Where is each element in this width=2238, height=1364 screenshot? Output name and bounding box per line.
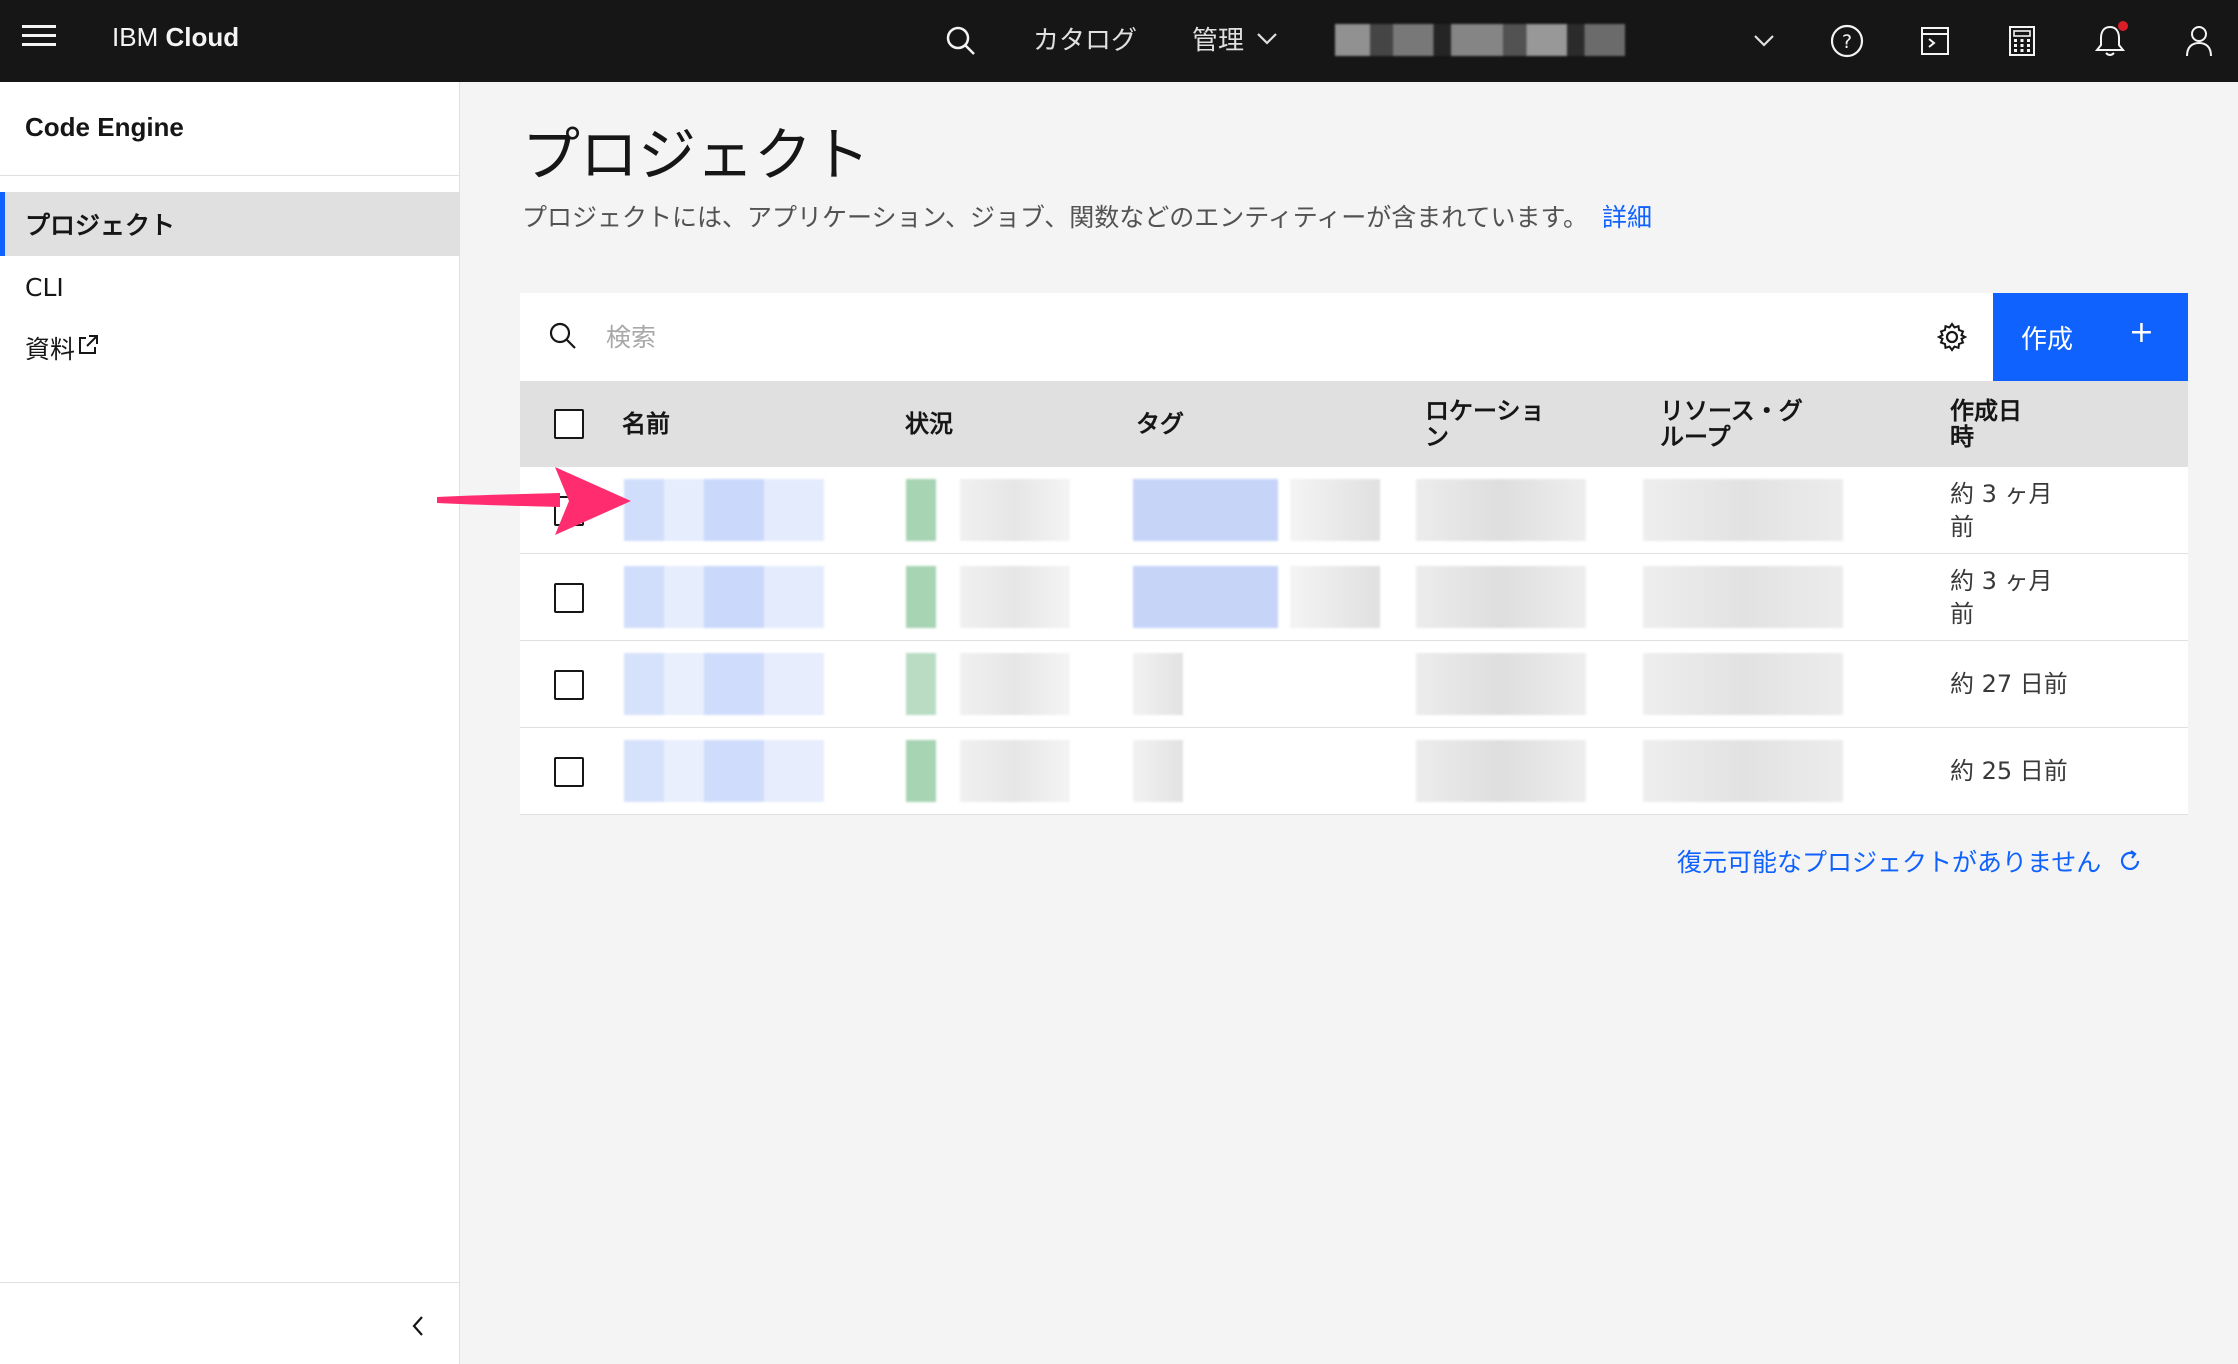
sidebar-item-cli[interactable]: CLI [0,255,460,319]
create-button-label: 作成 [2021,324,2074,355]
nav-catalog[interactable]: カタログ [1033,20,1137,57]
status-text [960,479,1070,541]
resource-group-text [1643,566,1843,628]
cloud-shell-icon[interactable] [1911,17,1959,65]
row-checkbox[interactable] [554,757,584,787]
created-date: 約 3 ヶ月 前 [1950,480,2053,541]
brand-logo[interactable]: IBM Cloud [112,22,239,53]
nav-manage[interactable]: 管理 [1192,20,1278,57]
create-button[interactable]: 作成 + [1993,293,2188,381]
project-name-link[interactable] [624,566,824,628]
search-icon[interactable] [937,17,985,65]
status-indicator [906,653,936,715]
brand-suffix: Cloud [165,22,240,52]
project-name-link[interactable] [624,740,824,802]
details-link[interactable]: 詳細 [1602,203,1652,232]
sidebar-item-label: CLI [25,272,64,302]
resource-group-text [1643,479,1843,541]
table-row[interactable]: 約 3 ヶ月 前 [520,467,2188,554]
help-icon[interactable]: ? [1823,17,1871,65]
status-indicator [906,566,936,628]
project-name-link[interactable] [624,653,824,715]
tag [1133,566,1278,628]
notification-icon[interactable] [2086,17,2134,65]
cost-estimator-icon[interactable] [1998,17,2046,65]
divider [0,175,460,176]
side-nav-title: Code Engine [25,112,184,142]
column-header-label: 作成日 時 [1950,396,2022,451]
status-text [960,653,1070,715]
nav-manage-label: 管理 [1192,26,1245,56]
account-switcher[interactable] [1335,24,1625,56]
account-chevron-down-icon[interactable] [1740,17,1788,65]
notification-badge [2118,21,2128,31]
svg-text:?: ? [1842,31,1852,53]
search-icon [549,322,576,349]
sidebar-item-label: プロジェクト [25,211,176,240]
status-indicator [906,479,936,541]
column-header-tags[interactable]: タグ [1136,381,1184,467]
page-title: プロジェクト [522,121,871,189]
status-indicator [906,740,936,802]
annotation-arrow-icon [437,467,631,535]
table-row[interactable]: 約 3 ヶ月 前 [520,554,2188,641]
location-text [1416,740,1586,802]
row-checkbox[interactable] [554,670,584,700]
resource-group-text [1643,740,1843,802]
created-date: 約 27 日前 [1950,670,2068,699]
tag [1133,653,1183,715]
tag [1133,740,1183,802]
chevron-down-icon [1257,32,1277,45]
column-header-location[interactable]: ロケーショ ン [1425,381,1545,467]
column-header-status[interactable]: 状況 [905,381,953,467]
column-header-label: リソース・グ ループ [1660,396,1803,451]
status-text [960,740,1070,802]
description-text: プロジェクトには、アプリケーション、ジョブ、関数などのエンティティーが含まれてい… [522,203,1589,232]
divider [0,1282,460,1283]
restore-projects-link[interactable]: 復元可能なプロジェクトがありません [1677,843,2143,879]
side-nav: Code Engine プロジェクト CLI 資料 [0,82,460,1364]
tag [1133,479,1278,541]
projects-table: 名前 状況 タグ ロケーショ ン リソース・グ ループ 作成日 時 約 3 ヶ月… [520,381,2188,815]
row-checkbox[interactable] [554,583,584,613]
column-header-label: 状況 [905,409,953,438]
sidebar-item-projects[interactable]: プロジェクト [0,192,460,256]
select-all-checkbox[interactable] [554,409,584,439]
search-input[interactable] [606,313,1606,361]
page-description: プロジェクトには、アプリケーション、ジョブ、関数などのエンティティーが含まれてい… [522,198,1652,234]
resource-group-text [1643,653,1843,715]
brand-prefix: IBM [112,22,159,52]
table-row[interactable]: 約 25 日前 [520,728,2188,815]
external-link-icon [79,335,99,354]
menu-icon[interactable] [22,25,56,55]
restore-text: 復元可能なプロジェクトがありません [1677,848,2102,877]
created-date: 約 3 ヶ月 前 [1950,567,2053,628]
collapse-sidebar-button[interactable] [400,1308,436,1344]
column-header-label: 名前 [622,409,670,438]
status-text [960,566,1070,628]
created-date: 約 25 日前 [1950,757,2068,786]
user-icon[interactable] [2175,17,2223,65]
sidebar-item-label: 資料 [25,335,76,364]
tag [1290,566,1380,628]
location-text [1416,566,1586,628]
refresh-icon [2121,850,2140,870]
location-text [1416,653,1586,715]
location-text [1416,479,1586,541]
table-header: 名前 状況 タグ ロケーショ ン リソース・グ ループ 作成日 時 [520,381,2188,467]
table-toolbar [520,293,2188,381]
top-header: IBM Cloud カタログ 管理 ? [0,0,2238,82]
column-header-label: タグ [1136,409,1184,438]
project-name-link[interactable] [624,479,824,541]
column-header-name[interactable]: 名前 [622,381,670,467]
column-header-created[interactable]: 作成日 時 [1950,381,2022,467]
table-row[interactable]: 約 27 日前 [520,641,2188,728]
chevron-left-icon [412,1316,423,1336]
plus-icon: + [2128,315,2154,350]
tag [1290,479,1380,541]
column-header-resource-group[interactable]: リソース・グ ループ [1660,381,1803,467]
sidebar-item-docs[interactable]: 資料 [0,316,460,380]
settings-gear-icon[interactable] [1932,317,1972,357]
column-header-label: ロケーショ ン [1425,396,1545,451]
